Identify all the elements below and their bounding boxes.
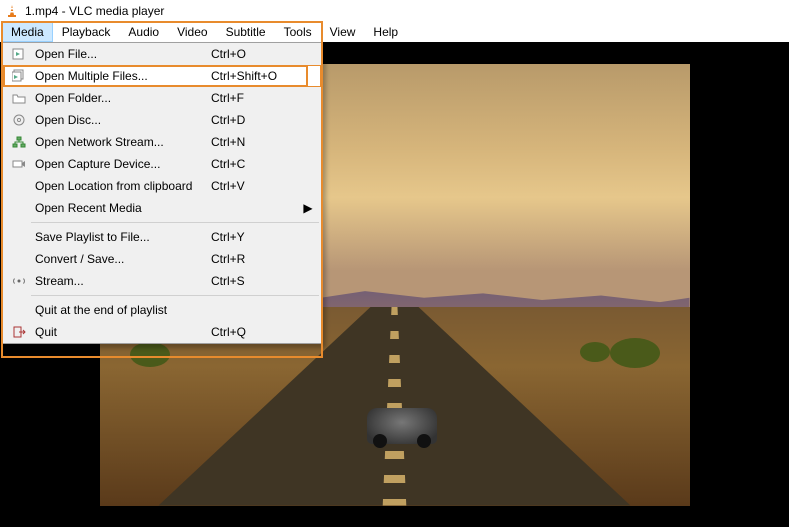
window-title: 1.mp4 - VLC media player [25, 4, 164, 18]
quit-icon [9, 325, 29, 339]
title-bar: 1.mp4 - VLC media player [0, 0, 789, 22]
menu-open-folder[interactable]: Open Folder... Ctrl+F [3, 87, 321, 109]
menu-stream[interactable]: Stream... Ctrl+S [3, 270, 321, 292]
folder-open-icon [9, 91, 29, 105]
menu-media[interactable]: Media [2, 22, 53, 42]
media-dropdown: Open File... Ctrl+O Open Multiple Files.… [2, 42, 322, 344]
menu-quit[interactable]: Quit Ctrl+Q [3, 321, 321, 343]
menu-view[interactable]: View [321, 22, 365, 42]
menu-playback[interactable]: Playback [53, 22, 120, 42]
network-icon [9, 135, 29, 149]
menu-bar: Media Playback Audio Video Subtitle Tool… [0, 22, 789, 42]
menu-open-capture-device[interactable]: Open Capture Device... Ctrl+C [3, 153, 321, 175]
menu-video[interactable]: Video [168, 22, 216, 42]
disc-icon [9, 113, 29, 127]
menu-separator [31, 295, 319, 296]
menu-tools[interactable]: Tools [275, 22, 321, 42]
menu-save-playlist[interactable]: Save Playlist to File... Ctrl+Y [3, 226, 321, 248]
menu-open-file[interactable]: Open File... Ctrl+O [3, 43, 321, 65]
menu-audio[interactable]: Audio [119, 22, 168, 42]
file-open-multi-icon [9, 69, 29, 83]
menu-separator [31, 222, 319, 223]
menu-help[interactable]: Help [364, 22, 407, 42]
menu-convert-save[interactable]: Convert / Save... Ctrl+R [3, 248, 321, 270]
capture-icon [9, 157, 29, 171]
menu-open-disc[interactable]: Open Disc... Ctrl+D [3, 109, 321, 131]
menu-quit-end-playlist[interactable]: Quit at the end of playlist [3, 299, 321, 321]
file-open-icon [9, 47, 29, 61]
submenu-arrow-icon: ▶ [301, 201, 315, 215]
menu-open-network-stream[interactable]: Open Network Stream... Ctrl+N [3, 131, 321, 153]
vlc-cone-icon [4, 3, 20, 19]
menu-open-multiple-files[interactable]: Open Multiple Files... Ctrl+Shift+O [3, 65, 321, 87]
stream-icon [9, 274, 29, 288]
menu-subtitle[interactable]: Subtitle [217, 22, 275, 42]
menu-open-recent-media[interactable]: Open Recent Media ▶ [3, 197, 321, 219]
menu-open-location-clipboard[interactable]: Open Location from clipboard Ctrl+V [3, 175, 321, 197]
